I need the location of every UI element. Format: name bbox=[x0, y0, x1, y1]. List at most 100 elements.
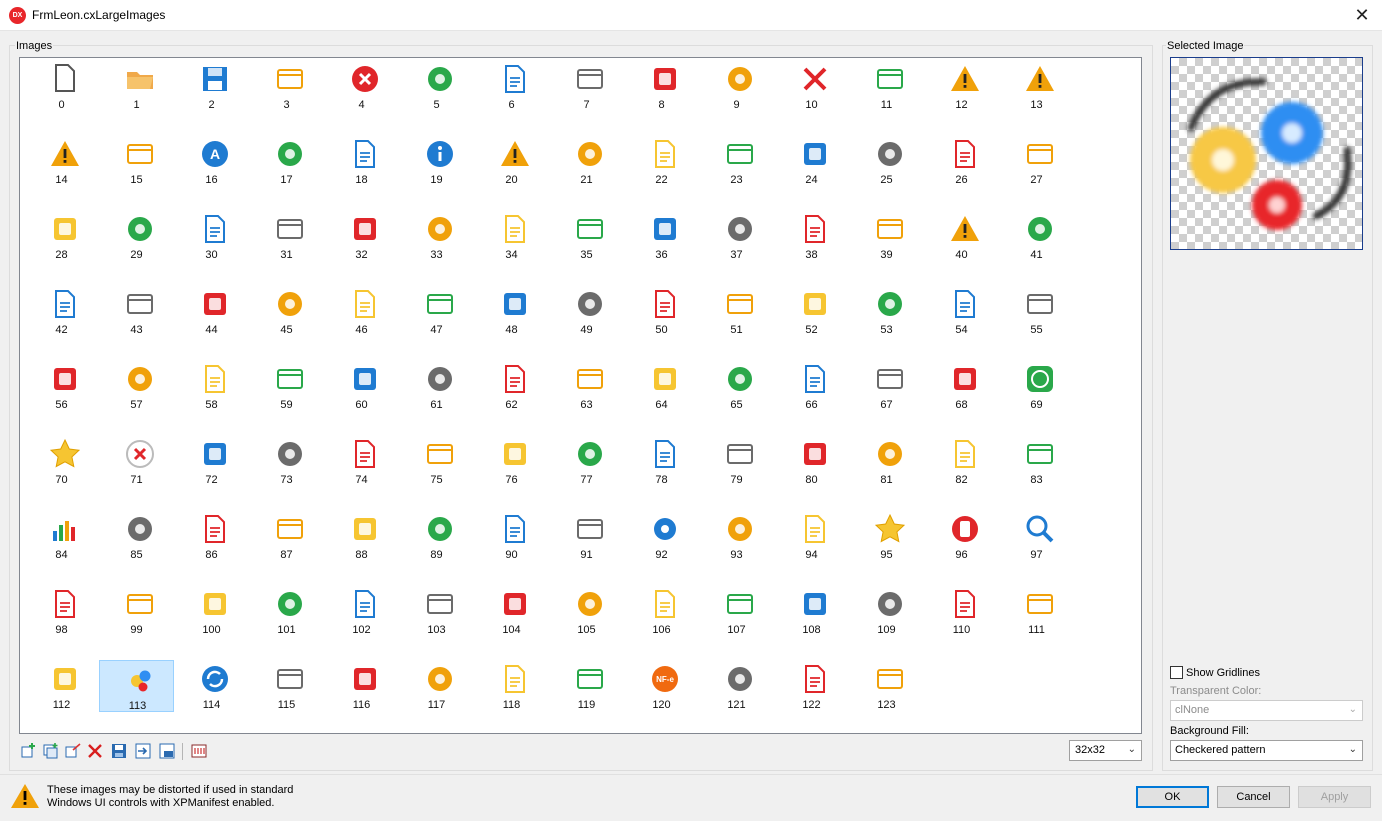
ok-button[interactable]: OK bbox=[1136, 786, 1209, 808]
image-cell[interactable]: 108 bbox=[774, 585, 849, 637]
image-cell[interactable]: 2 bbox=[174, 60, 249, 112]
image-cell[interactable]: 103 bbox=[399, 585, 474, 637]
image-cell[interactable]: 75 bbox=[399, 435, 474, 487]
image-cell[interactable]: 11 bbox=[849, 60, 924, 112]
image-cell[interactable]: 17 bbox=[249, 135, 324, 187]
delete-icon[interactable] bbox=[86, 742, 104, 760]
image-cell[interactable]: 90 bbox=[474, 510, 549, 562]
image-cell[interactable]: A 16 bbox=[174, 135, 249, 187]
image-cell[interactable]: 32 bbox=[324, 210, 399, 262]
image-cell[interactable]: 79 bbox=[699, 435, 774, 487]
image-cell[interactable]: 122 bbox=[774, 660, 849, 712]
image-cell[interactable]: 117 bbox=[399, 660, 474, 712]
image-cell[interactable]: 88 bbox=[324, 510, 399, 562]
image-cell[interactable]: 28 bbox=[24, 210, 99, 262]
image-cell[interactable]: 81 bbox=[849, 435, 924, 487]
image-cell[interactable]: 58 bbox=[174, 360, 249, 412]
image-cell[interactable]: 116 bbox=[324, 660, 399, 712]
image-cell[interactable]: 94 bbox=[774, 510, 849, 562]
image-cell[interactable]: 29 bbox=[99, 210, 174, 262]
image-cell[interactable]: 37 bbox=[699, 210, 774, 262]
image-cell[interactable]: 111 bbox=[999, 585, 1074, 637]
image-cell[interactable]: 62 bbox=[474, 360, 549, 412]
replace-icon[interactable] bbox=[64, 742, 82, 760]
image-cell[interactable]: 106 bbox=[624, 585, 699, 637]
image-size-select[interactable]: 32x32 ⌄ bbox=[1069, 740, 1142, 761]
image-cell[interactable]: 7 bbox=[549, 60, 624, 112]
image-cell[interactable]: 4 bbox=[324, 60, 399, 112]
image-cell[interactable]: 26 bbox=[924, 135, 999, 187]
image-cell[interactable]: 80 bbox=[774, 435, 849, 487]
image-cell[interactable]: 12 bbox=[924, 60, 999, 112]
image-cell[interactable]: 60 bbox=[324, 360, 399, 412]
image-cell[interactable]: 51 bbox=[699, 285, 774, 337]
image-cell[interactable]: 54 bbox=[924, 285, 999, 337]
image-cell[interactable]: 19 bbox=[399, 135, 474, 187]
image-cell[interactable]: 0 bbox=[24, 60, 99, 112]
image-cell[interactable]: 22 bbox=[624, 135, 699, 187]
image-cell[interactable]: 98 bbox=[24, 585, 99, 637]
image-cell[interactable]: 93 bbox=[699, 510, 774, 562]
save-icon[interactable] bbox=[110, 742, 128, 760]
image-cell[interactable]: 107 bbox=[699, 585, 774, 637]
apply-button[interactable]: Apply bbox=[1298, 786, 1371, 808]
image-cell[interactable]: 87 bbox=[249, 510, 324, 562]
image-cell[interactable]: 76 bbox=[474, 435, 549, 487]
image-cell[interactable]: 30 bbox=[174, 210, 249, 262]
image-cell[interactable]: 24 bbox=[774, 135, 849, 187]
image-cell[interactable]: 45 bbox=[249, 285, 324, 337]
image-cell[interactable]: 61 bbox=[399, 360, 474, 412]
image-cell[interactable]: 83 bbox=[999, 435, 1074, 487]
image-cell[interactable]: 114 bbox=[174, 660, 249, 712]
image-cell[interactable]: 85 bbox=[99, 510, 174, 562]
show-gridlines-checkbox[interactable] bbox=[1170, 666, 1183, 679]
image-cell[interactable]: 66 bbox=[774, 360, 849, 412]
image-cell[interactable]: 46 bbox=[324, 285, 399, 337]
image-cell[interactable]: 10 bbox=[774, 60, 849, 112]
image-cell[interactable]: 91 bbox=[549, 510, 624, 562]
image-cell[interactable]: 63 bbox=[549, 360, 624, 412]
image-cell[interactable]: 1 bbox=[99, 60, 174, 112]
image-cell[interactable]: 40 bbox=[924, 210, 999, 262]
image-cell[interactable]: 20 bbox=[474, 135, 549, 187]
image-cell[interactable]: 115 bbox=[249, 660, 324, 712]
add-icon[interactable] bbox=[20, 742, 38, 760]
image-cell[interactable]: 101 bbox=[249, 585, 324, 637]
image-cell[interactable]: 102 bbox=[324, 585, 399, 637]
image-cell[interactable]: 53 bbox=[849, 285, 924, 337]
image-cell[interactable]: 74 bbox=[324, 435, 399, 487]
image-cell[interactable]: 71 bbox=[99, 435, 174, 487]
image-cell[interactable]: 68 bbox=[924, 360, 999, 412]
image-cell[interactable]: 123 bbox=[849, 660, 924, 712]
image-cell[interactable]: 18 bbox=[324, 135, 399, 187]
image-cell[interactable]: 89 bbox=[399, 510, 474, 562]
image-cell[interactable]: 49 bbox=[549, 285, 624, 337]
convert-icon[interactable] bbox=[190, 742, 208, 760]
image-cell[interactable]: 52 bbox=[774, 285, 849, 337]
image-cell[interactable]: 35 bbox=[549, 210, 624, 262]
image-cell[interactable]: 42 bbox=[24, 285, 99, 337]
image-cell[interactable]: 14 bbox=[24, 135, 99, 187]
cancel-button[interactable]: Cancel bbox=[1217, 786, 1290, 808]
image-cell[interactable]: 69 bbox=[999, 360, 1074, 412]
image-cell[interactable]: 44 bbox=[174, 285, 249, 337]
export-icon[interactable] bbox=[134, 742, 152, 760]
image-cell[interactable]: 109 bbox=[849, 585, 924, 637]
image-cell[interactable]: 47 bbox=[399, 285, 474, 337]
image-cell[interactable]: 118 bbox=[474, 660, 549, 712]
image-cell[interactable]: 36 bbox=[624, 210, 699, 262]
background-fill-select[interactable]: Checkered pattern ⌄ bbox=[1170, 740, 1363, 761]
image-cell[interactable]: 8 bbox=[624, 60, 699, 112]
image-cell[interactable]: 104 bbox=[474, 585, 549, 637]
image-cell[interactable]: 64 bbox=[624, 360, 699, 412]
image-cell[interactable]: 84 bbox=[24, 510, 99, 562]
image-cell[interactable]: 23 bbox=[699, 135, 774, 187]
image-cell[interactable]: 57 bbox=[99, 360, 174, 412]
image-cell[interactable]: 13 bbox=[999, 60, 1074, 112]
image-cell[interactable]: 6 bbox=[474, 60, 549, 112]
image-cell[interactable]: NF-e 120 bbox=[624, 660, 699, 712]
image-cell[interactable]: 70 bbox=[24, 435, 99, 487]
image-cell[interactable]: 50 bbox=[624, 285, 699, 337]
image-cell[interactable]: 113 bbox=[99, 660, 174, 712]
image-cell[interactable]: 56 bbox=[24, 360, 99, 412]
